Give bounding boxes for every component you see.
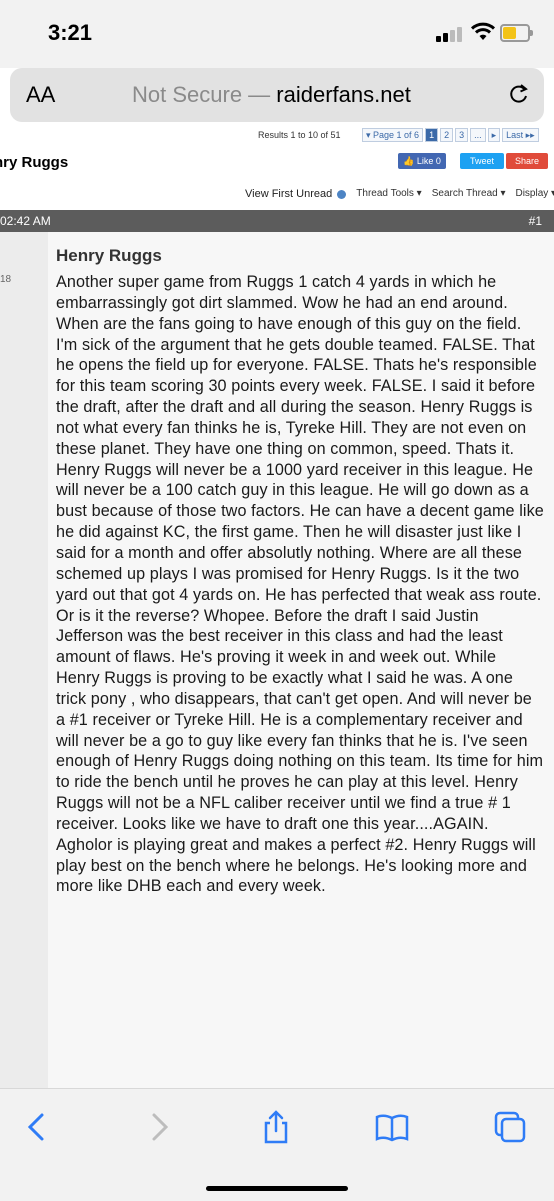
- post-text: Another super game from Ruggs 1 catch 4 …: [56, 273, 544, 896]
- page-2-link[interactable]: 2: [440, 128, 454, 142]
- unread-arrow-icon: [337, 189, 347, 199]
- tabs-icon[interactable]: [492, 1109, 528, 1145]
- reload-icon[interactable]: [508, 82, 530, 104]
- post-number-link[interactable]: #1: [529, 214, 542, 228]
- share-button[interactable]: Share: [506, 153, 548, 169]
- thread-toolbar: View First Unread Thread Tools ▾ Search …: [245, 188, 554, 200]
- post-header: 02:42 AM #1: [0, 210, 554, 232]
- view-first-unread-link[interactable]: View First Unread: [245, 188, 347, 200]
- battery-icon: [500, 24, 533, 42]
- tweet-button[interactable]: Tweet: [460, 153, 504, 169]
- results-count: Results 1 to 10 of 51: [258, 130, 341, 140]
- status-bar: 3:21: [0, 0, 554, 68]
- reader-options-button[interactable]: AA: [26, 82, 55, 108]
- page-1-link[interactable]: 1: [425, 128, 439, 142]
- forward-icon[interactable]: [140, 1109, 176, 1145]
- home-indicator[interactable]: [206, 1186, 348, 1191]
- web-page: Results 1 to 10 of 51 ▾ Page 1 of 6 1 2 …: [0, 122, 554, 1088]
- post-date: 02:42 AM: [0, 214, 51, 228]
- pagination: ▾ Page 1 of 6 1 2 3 ... ▸ Last ▸▸: [362, 128, 541, 142]
- last-page-link[interactable]: Last ▸▸: [502, 128, 539, 142]
- url-display[interactable]: Not Secure — raiderfans.net: [132, 82, 411, 108]
- back-icon[interactable]: [20, 1109, 56, 1145]
- share-icon[interactable]: [258, 1109, 294, 1145]
- status-time: 3:21: [48, 20, 93, 45]
- post-title: Henry Ruggs: [56, 246, 162, 265]
- user-info-column: 18: [0, 232, 48, 1088]
- page-3-link[interactable]: 3: [455, 128, 469, 142]
- thread-tools-menu[interactable]: Thread Tools ▾: [356, 188, 421, 200]
- next-page-link[interactable]: ▸: [487, 128, 501, 142]
- cellular-signal-icon: [436, 26, 466, 42]
- thread-title: nry Ruggs: [0, 154, 69, 171]
- wifi-icon: [470, 22, 496, 40]
- bookmarks-icon[interactable]: [374, 1109, 410, 1145]
- page-ellipsis: ...: [470, 128, 486, 142]
- security-label: Not Secure —: [132, 82, 271, 107]
- user-stat: 18: [0, 274, 12, 285]
- search-thread-menu[interactable]: Search Thread ▾: [432, 188, 506, 200]
- page-select[interactable]: ▾ Page 1 of 6: [362, 128, 424, 142]
- address-bar[interactable]: AA Not Secure — raiderfans.net: [10, 68, 544, 122]
- domain-label: raiderfans.net: [276, 82, 411, 107]
- like-button[interactable]: 👍 Like 0: [398, 153, 446, 169]
- browser-toolbar: [0, 1088, 554, 1201]
- display-menu[interactable]: Display ▾: [515, 188, 554, 200]
